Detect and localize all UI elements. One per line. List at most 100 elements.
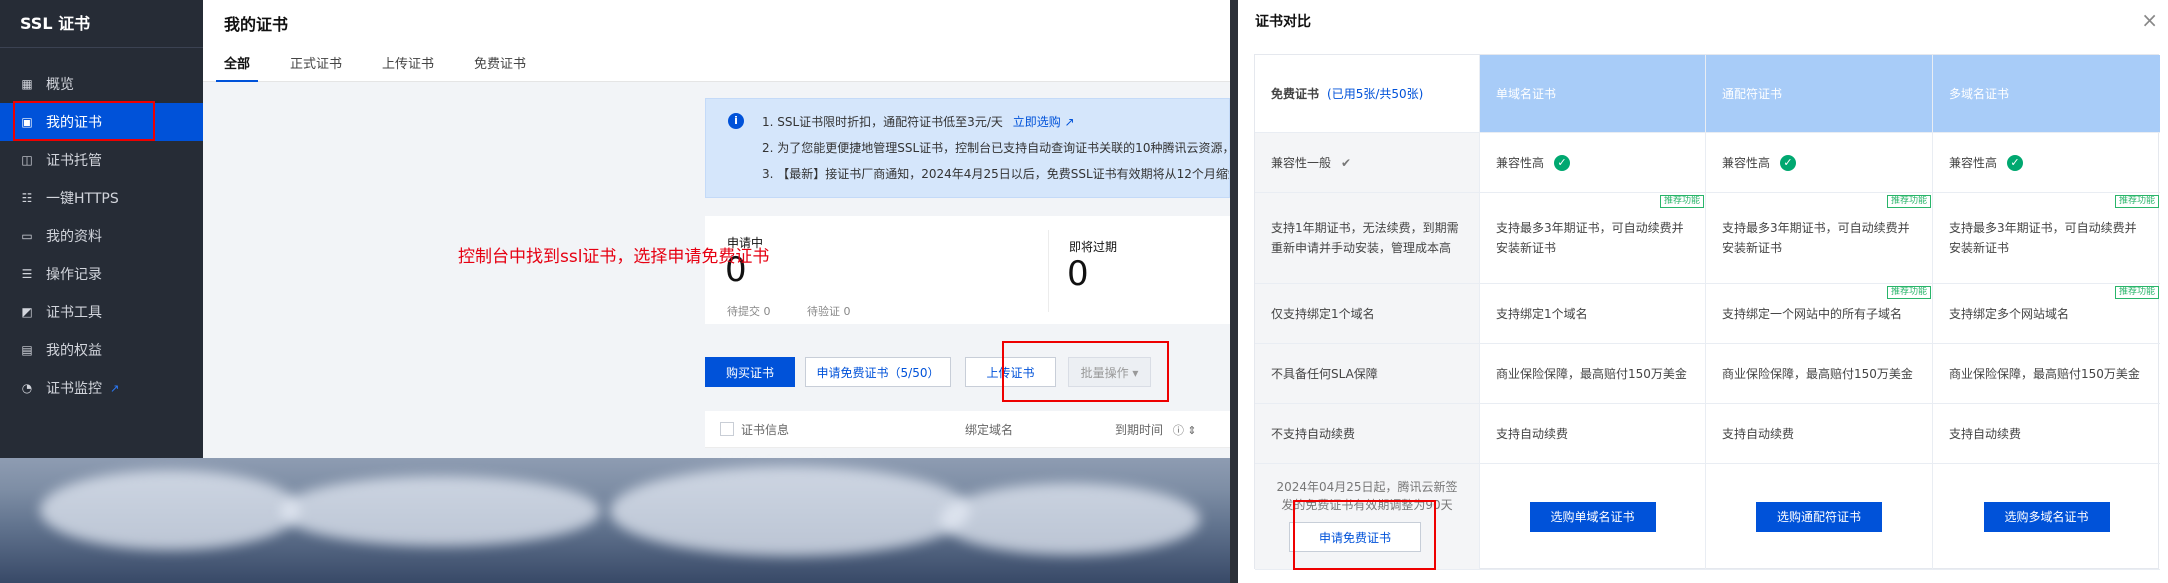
- bars-icon: ☷: [21, 191, 33, 205]
- multi-compatibility-cell: 兼容性高 ✓: [1933, 133, 2160, 193]
- cell-text: 支持绑定1个域名: [1496, 306, 1588, 321]
- wildcard-sla-cell: 商业保险保障，最高赔付150万美金: [1706, 344, 1933, 404]
- free-compatibility-cell: 兼容性一般 ✔: [1255, 133, 1480, 193]
- wildcard-action-cell: 选购通配符证书: [1706, 464, 1933, 570]
- shield-icon: ◫: [21, 153, 33, 167]
- page-header: 我的证书 全部 正式证书 上传证书 免费证书: [203, 0, 1230, 82]
- cell-text: 支持最多3年期证书，可自动续费并安装新证书: [1949, 221, 2137, 255]
- sidebar-item-label: 一键HTTPS: [46, 191, 119, 207]
- list-icon: ☰: [21, 267, 33, 281]
- sidebar-item-certificate-monitor[interactable]: ◔ 证书监控 ↗: [0, 369, 203, 407]
- batch-actions-button[interactable]: 批量操作 ▾: [1068, 357, 1151, 387]
- tab-all[interactable]: 全部: [215, 53, 259, 82]
- column-header-free: 免费证书 (已用5张/共50张): [1255, 55, 1480, 133]
- single-validity-cell: 推荐功能 支持最多3年期证书，可自动续费并安装新证书: [1480, 193, 1706, 284]
- close-icon[interactable]: ×: [2141, 8, 2158, 32]
- cell-text: 不具备任何SLA保障: [1271, 366, 1378, 381]
- single-sla-cell: 商业保险保障，最高赔付150万美金: [1480, 344, 1706, 404]
- multi-action-cell: 选购多域名证书: [1933, 464, 2160, 570]
- wildcard-compatibility-cell: 兼容性高 ✓: [1706, 133, 1933, 193]
- sidebar-item-my-profile[interactable]: ▭ 我的资料: [0, 217, 203, 255]
- stats-card: 申请中 0 待提交 0 待验证 0 即将过期 0: [705, 216, 1230, 324]
- cell-text: 不支持自动续费: [1271, 426, 1356, 441]
- column-certificate-info: 证书信息: [741, 423, 790, 437]
- window-divider: [1230, 0, 1238, 583]
- sidebar-item-certificate-hosting[interactable]: ◫ 证书托管: [0, 141, 203, 179]
- sidebar-item-label: 证书监控: [46, 381, 102, 397]
- sidebar-item-label: 概览: [46, 77, 74, 93]
- column-header-single-domain: 单域名证书: [1480, 55, 1706, 133]
- sidebar: SSL 证书 ▦ 概览 ▣ 我的证书 ◫ 证书托管 ☷ 一键HTTPS ▭ 我的…: [0, 0, 203, 458]
- sidebar-item-overview[interactable]: ▦ 概览: [0, 65, 203, 103]
- wildcard-renewal-cell: 支持自动续费: [1706, 404, 1933, 464]
- column-expiry-date[interactable]: 到期时间 ⓘ ⇕: [1115, 421, 1197, 438]
- apply-free-certificate-button[interactable]: 申请免费证书（5/50）: [805, 357, 951, 387]
- cell-text: 商业保险保障，最高赔付150万美金: [1949, 366, 2140, 381]
- recommended-badge: 推荐功能: [1886, 195, 1931, 208]
- buy-wildcard-button[interactable]: 选购通配符证书: [1756, 501, 1882, 532]
- sidebar-item-label: 我的权益: [46, 343, 102, 359]
- sidebar-item-label: 证书托管: [46, 153, 102, 169]
- tab-free-certificates[interactable]: 免费证书: [474, 53, 526, 80]
- column-header-multi-domain: 多域名证书: [1933, 55, 2160, 133]
- column-header-wildcard: 通配符证书: [1706, 55, 1933, 133]
- brand-title: SSL 证书: [0, 0, 203, 48]
- select-all-checkbox[interactable]: [720, 422, 734, 436]
- pending-submit-count: 待提交 0: [727, 305, 771, 318]
- success-check-icon: ✓: [2007, 154, 2024, 171]
- sort-icon[interactable]: ⓘ ⇕: [1173, 424, 1197, 437]
- cell-text: 支持自动续费: [1722, 426, 1795, 441]
- single-compatibility-cell: 兼容性高 ✓: [1480, 133, 1706, 193]
- tab-bar: 全部 正式证书 上传证书 免费证书: [215, 53, 526, 82]
- sidebar-item-my-benefits[interactable]: ▤ 我的权益: [0, 331, 203, 369]
- buy-multi-domain-button[interactable]: 选购多域名证书: [1983, 501, 2110, 532]
- cell-text: 兼容性高: [1496, 155, 1545, 170]
- tab-formal-certificates[interactable]: 正式证书: [290, 53, 342, 80]
- free-renewal-cell: 不支持自动续费: [1255, 404, 1480, 464]
- cell-text: 仅支持绑定1个域名: [1271, 306, 1375, 321]
- multi-validity-cell: 推荐功能 支持最多3年期证书，可自动续费并安装新证书: [1933, 193, 2160, 284]
- buy-now-link[interactable]: 立即选购 ↗: [1013, 115, 1075, 129]
- cell-text: 商业保险保障，最高赔付150万美金: [1496, 366, 1687, 381]
- cloud-shape: [40, 470, 300, 550]
- sidebar-item-certificate-tools[interactable]: ◩ 证书工具: [0, 293, 203, 331]
- check-icon: ✔: [1341, 155, 1352, 170]
- ssl-console-window: SSL 证书 ▦ 概览 ▣ 我的证书 ◫ 证书托管 ☷ 一键HTTPS ▭ 我的…: [0, 0, 1230, 458]
- buy-single-domain-button[interactable]: 选购单域名证书: [1529, 501, 1656, 532]
- upload-certificate-button[interactable]: 上传证书: [965, 357, 1056, 387]
- cell-text: 商业保险保障，最高赔付150万美金: [1722, 366, 1913, 381]
- sidebar-item-label: 我的资料: [46, 229, 102, 245]
- cell-text: 支持绑定多个网站域名: [1949, 306, 2070, 321]
- buy-certificate-button[interactable]: 购买证书: [705, 357, 795, 387]
- panel-title: 证书对比: [1255, 14, 1311, 30]
- sidebar-item-label: 证书工具: [46, 305, 102, 321]
- notice-line-3: 3. 【最新】接证书厂商通知，2024年4月25日以后，免费SSL证书有效期将从…: [762, 167, 1230, 181]
- single-domain-cell: 支持绑定1个域名: [1480, 284, 1706, 344]
- cloud-shape: [610, 466, 970, 556]
- wildcard-domain-cell: 推荐功能 支持绑定一个网站中的所有子域名: [1706, 284, 1933, 344]
- browser-window-left: SSL 证书 ▦ 概览 ▣ 我的证书 ◫ 证书托管 ☷ 一键HTTPS ▭ 我的…: [0, 0, 1230, 583]
- comparison-table: 免费证书 (已用5张/共50张) 单域名证书 通配符证书 多域名证书 兼容性一般…: [1254, 54, 2160, 570]
- cell-text: 支持最多3年期证书，可自动续费并安装新证书: [1496, 221, 1684, 255]
- free-validity-cell: 支持1年期证书，无法续费，到期需重新申请并手动安装，管理成本高: [1255, 193, 1480, 284]
- sidebar-item-label: 我的证书: [46, 115, 102, 131]
- pending-verify-count: 待验证 0: [807, 305, 851, 318]
- sidebar-item-my-certificates[interactable]: ▣ 我的证书: [0, 103, 203, 141]
- free-domain-cell: 仅支持绑定1个域名: [1255, 284, 1480, 344]
- success-check-icon: ✓: [1780, 154, 1797, 171]
- cloud-shape: [280, 476, 600, 546]
- cell-text: 支持1年期证书，无法续费，到期需重新申请并手动安装，管理成本高: [1271, 221, 1459, 255]
- success-check-icon: ✓: [1554, 154, 1571, 171]
- monitor-icon: ◔: [21, 381, 33, 395]
- cell-text: 兼容性高: [1722, 155, 1771, 170]
- free-sla-cell: 不具备任何SLA保障: [1255, 344, 1480, 404]
- expiry-header-label: 到期时间: [1115, 423, 1164, 437]
- expiring-title: 即将过期: [1069, 240, 1118, 254]
- sidebar-item-one-click-https[interactable]: ☷ 一键HTTPS: [0, 179, 203, 217]
- page-title: 我的证书: [224, 15, 289, 34]
- sidebar-item-operation-log[interactable]: ☰ 操作记录: [0, 255, 203, 293]
- apply-free-certificate-panel-button[interactable]: 申请免费证书: [1289, 522, 1421, 552]
- tab-uploaded-certificates[interactable]: 上传证书: [382, 53, 434, 80]
- notice-banner: i 1. SSL证书限时折扣，通配符证书低至3元/天 立即选购 ↗ 2. 为了您…: [705, 98, 1230, 198]
- single-action-cell: 选购单域名证书: [1480, 464, 1706, 570]
